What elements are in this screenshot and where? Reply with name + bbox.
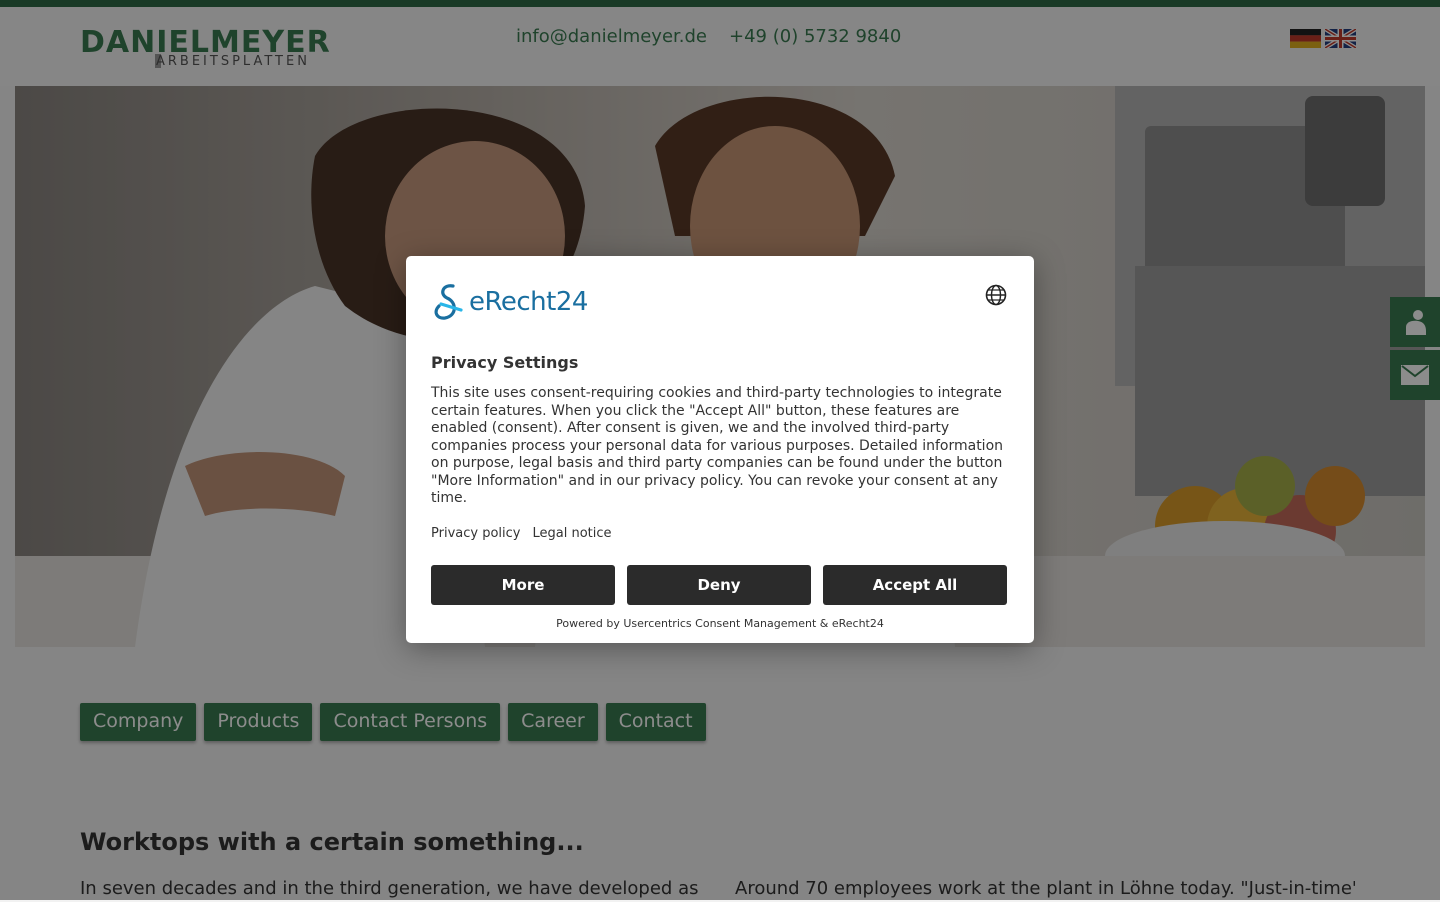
erecht24-symbol-icon bbox=[434, 284, 463, 320]
privacy-links: Privacy policy Legal notice bbox=[431, 526, 612, 541]
deny-button[interactable]: Deny bbox=[627, 565, 811, 605]
privacy-policy-link[interactable]: Privacy policy bbox=[431, 526, 520, 541]
accept-all-button[interactable]: Accept All bbox=[823, 565, 1007, 605]
erecht24-logo: eRecht24 bbox=[431, 282, 588, 322]
legal-notice-link[interactable]: Legal notice bbox=[532, 526, 611, 541]
privacy-settings-text: This site uses consent-requiring cookies… bbox=[431, 385, 1004, 506]
privacy-settings-dialog: eRecht24 Privacy Settings This site uses… bbox=[406, 256, 1034, 643]
language-globe-icon[interactable] bbox=[985, 284, 1007, 306]
powered-by-text: Powered by Usercentrics Consent Manageme… bbox=[556, 617, 884, 630]
privacy-settings-title: Privacy Settings bbox=[431, 353, 579, 372]
consent-buttons: More Deny Accept All bbox=[431, 565, 1007, 605]
erecht24-wordmark: eRecht24 bbox=[469, 287, 588, 317]
more-button[interactable]: More bbox=[431, 565, 615, 605]
